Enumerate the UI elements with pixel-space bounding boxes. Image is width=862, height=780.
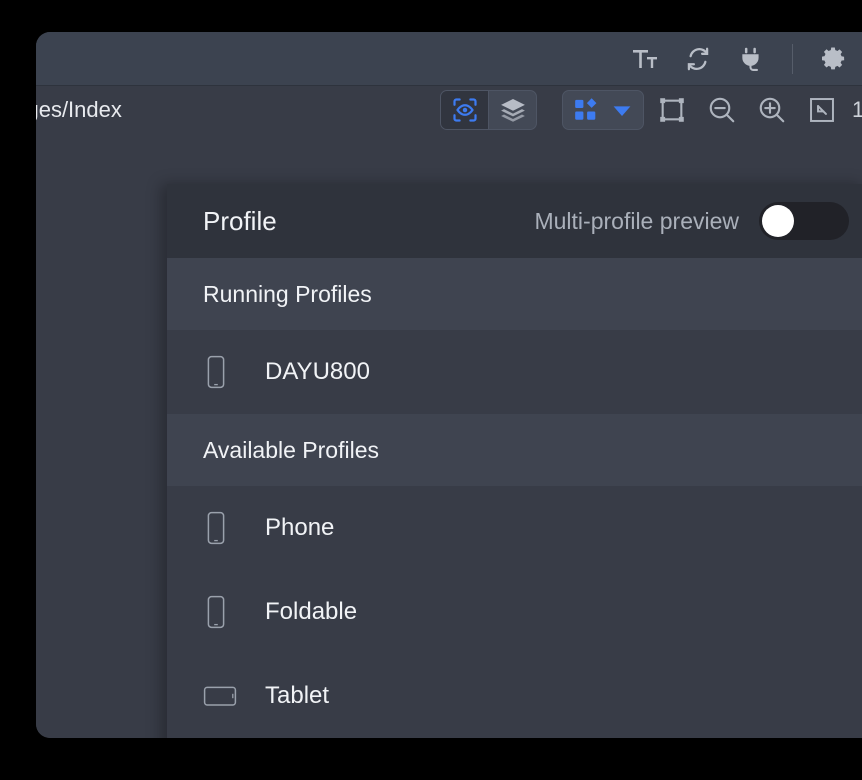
refresh-icon[interactable] [683, 44, 713, 74]
tablet-icon [203, 682, 265, 710]
profile-item-label: Phone [265, 514, 335, 541]
profile-item-foldable[interactable]: Foldable [167, 570, 862, 654]
preview-canvas: Profile Multi-profile preview Running Pr… [36, 134, 862, 738]
preview-mode-button[interactable] [441, 91, 488, 129]
panel-title: Profile [203, 205, 277, 236]
profile-grid-icon[interactable] [573, 97, 599, 123]
breadcrumb[interactable]: pages/Index [36, 86, 122, 134]
phone-icon [203, 511, 265, 545]
toolbar-separator [792, 43, 793, 74]
section-header-running-profiles: Running Profiles [167, 258, 862, 330]
multi-profile-preview-row[interactable]: Multi-profile preview [534, 202, 849, 240]
multi-profile-preview-label: Multi-profile preview [534, 207, 739, 234]
profile-item-tablet[interactable]: Tablet [167, 654, 862, 738]
profile-item-dayu800[interactable]: DAYU800 [167, 330, 862, 414]
select-bounds-icon[interactable] [650, 90, 694, 130]
profile-item-label: Tablet [265, 682, 330, 709]
zoom-in-icon[interactable] [750, 90, 794, 130]
preview-toolbar: 1 [440, 86, 862, 134]
multi-profile-preview-toggle[interactable] [759, 202, 849, 240]
breadcrumb-bar: pages/Index [36, 86, 862, 134]
font-size-icon[interactable] [630, 44, 660, 74]
profile-item-label: Foldable [265, 598, 358, 625]
view-mode-group [440, 90, 537, 130]
title-bar [36, 32, 862, 86]
ide-window: pages/Index [36, 32, 862, 738]
fit-to-screen-icon[interactable] [800, 90, 844, 130]
layers-button[interactable] [489, 91, 536, 129]
zoom-level-label[interactable]: 1 [852, 97, 862, 123]
profile-selector-group[interactable] [562, 90, 644, 130]
profile-panel-header: Profile Multi-profile preview [167, 184, 862, 258]
phone-icon [203, 595, 265, 629]
profile-item-label: DAYU800 [265, 358, 370, 385]
zoom-out-icon[interactable] [700, 90, 744, 130]
gear-icon[interactable] [819, 44, 849, 74]
title-bar-toolbar [630, 32, 849, 85]
phone-icon [203, 355, 265, 389]
section-header-available-profiles: Available Profiles [167, 414, 862, 486]
plug-icon[interactable] [736, 44, 766, 74]
toggle-knob [762, 205, 794, 237]
profile-dropdown-chevron-down-icon[interactable] [610, 98, 634, 122]
profile-dropdown-panel: Profile Multi-profile preview Running Pr… [167, 184, 862, 738]
profile-item-phone[interactable]: Phone [167, 486, 862, 570]
